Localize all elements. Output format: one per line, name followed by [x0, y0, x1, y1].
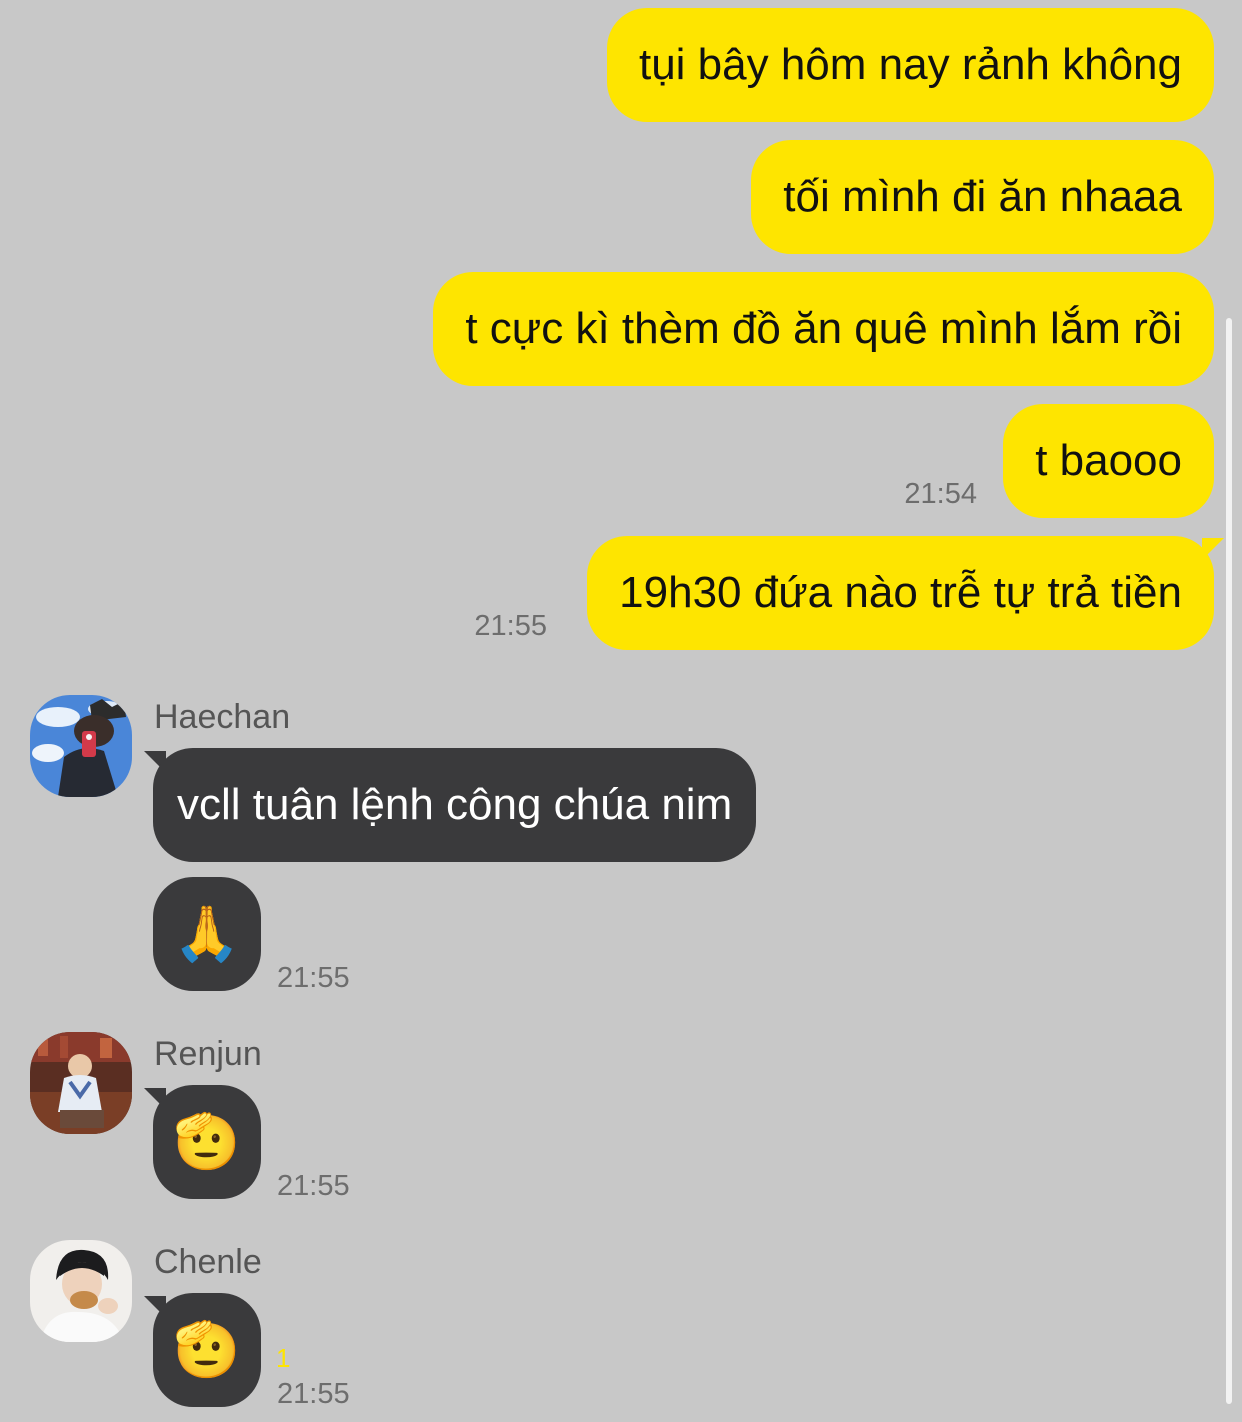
outgoing-message-bubble[interactable]: tối mình đi ăn nhaaa: [751, 140, 1214, 254]
avatar[interactable]: [30, 1240, 132, 1342]
incoming-message-bubble[interactable]: vcll tuân lệnh công chúa nim: [153, 748, 757, 862]
outgoing-message-bubble[interactable]: 19h30 đứa nào trễ tự trả tiền: [587, 536, 1214, 650]
avatar[interactable]: [30, 1032, 132, 1134]
unread-count: 1: [276, 1343, 291, 1373]
outgoing-message-bubble[interactable]: t cực kì thèm đồ ăn quê mình lắm rồi: [433, 272, 1214, 386]
scrollbar[interactable]: [1226, 318, 1232, 1404]
avatar[interactable]: [30, 695, 132, 797]
message-timestamp: 21:55: [277, 962, 350, 994]
profile-photo-icon: [30, 1240, 132, 1342]
saluting-face-icon[interactable]: 🫡: [153, 1085, 261, 1199]
sender-name: Haechan: [154, 698, 291, 736]
message-timestamp: 21:55: [277, 1378, 350, 1410]
folded-hands-icon[interactable]: 🙏: [153, 877, 261, 991]
message-timestamp: 21:55: [474, 610, 547, 642]
outgoing-message-bubble[interactable]: tụi bây hôm nay rảnh không: [606, 8, 1214, 122]
outgoing-message-bubble[interactable]: t baooo: [1003, 404, 1214, 518]
saluting-face-icon[interactable]: 🫡: [153, 1293, 261, 1407]
message-timestamp: 21:54: [904, 478, 977, 510]
sender-name: Renjun: [154, 1035, 262, 1073]
profile-photo-icon: [30, 695, 132, 797]
message-timestamp: 21:55: [277, 1170, 350, 1202]
sender-name: Chenle: [154, 1243, 262, 1281]
profile-photo-icon: [30, 1032, 132, 1134]
